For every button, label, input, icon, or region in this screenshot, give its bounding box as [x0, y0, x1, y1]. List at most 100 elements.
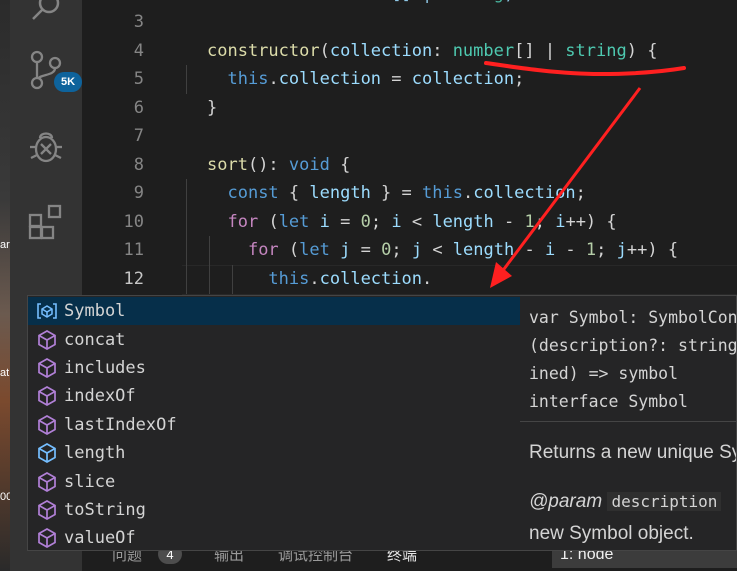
suggestion-item[interactable]: toString	[28, 496, 520, 524]
desktop-text-fragment: at	[0, 367, 10, 379]
code-token: collection	[473, 183, 576, 203]
code-token: this	[227, 69, 269, 89]
suggestion-label: includes	[64, 357, 146, 378]
code-token: length	[309, 183, 371, 203]
suggest-details: var Symbol: SymbolConstructor (descripti…	[520, 295, 737, 551]
method-icon	[36, 385, 58, 407]
code-token: let	[278, 212, 310, 232]
suggestion-label: indexOf	[64, 386, 136, 407]
code-token: ;	[514, 69, 525, 89]
code-token: for	[247, 240, 279, 260]
details-signature: ined) => symbol	[529, 364, 679, 383]
code-token: i	[319, 212, 330, 232]
code-token: i	[555, 212, 566, 232]
suggestion-label: valueOf	[64, 528, 136, 549]
desktop-background-strip: ar at 00	[0, 0, 10, 571]
code-token: ) {	[626, 41, 658, 61]
line-number-active: 12	[123, 269, 144, 289]
code-token: 0	[360, 212, 371, 232]
code-token: constructor	[207, 41, 320, 61]
code-token: ;	[575, 183, 586, 203]
line-number: 3	[133, 12, 144, 32]
desktop-text-fragment: ar	[0, 239, 10, 251]
code-line: }	[207, 94, 217, 123]
indent-guide	[186, 179, 187, 294]
code-token: (	[258, 212, 279, 232]
line-number: 4	[133, 41, 144, 61]
search-icon[interactable]	[10, 0, 82, 40]
suggestion-item[interactable]: concat	[28, 325, 520, 353]
details-param-tail: new Symbol object.	[529, 523, 694, 544]
code-token: collection	[329, 41, 433, 61]
code-token: {	[329, 155, 351, 175]
suggest-widget: Symbol concat includes indexOf lastIndexOf le…	[27, 295, 521, 551]
code-token: i	[391, 212, 402, 232]
line-number: 11	[123, 240, 144, 260]
code-line: this.collection.	[207, 265, 432, 294]
code-token: -	[555, 240, 586, 260]
line-number: 5	[133, 69, 144, 89]
suggestion-label: concat	[64, 329, 126, 350]
details-signature: interface Symbol	[529, 392, 688, 411]
code-token: ++) {	[626, 240, 679, 260]
code-token: i	[544, 240, 556, 260]
code-token: const	[227, 183, 279, 203]
code-token: let	[299, 240, 330, 260]
suggestion-label: length	[64, 443, 126, 464]
suggestion-item[interactable]: length	[28, 439, 520, 467]
code-token: j	[340, 240, 351, 260]
param-name: description	[607, 492, 722, 511]
code-token: =	[381, 69, 412, 89]
suggestion-item[interactable]: indexOf	[28, 382, 520, 410]
code-token: ++) {	[565, 212, 617, 232]
code-token: =	[329, 212, 361, 232]
method-icon	[36, 414, 58, 436]
line-number: 9	[133, 183, 144, 203]
suggestion-label: slice	[64, 471, 116, 492]
code-token: j	[616, 240, 627, 260]
code-token: length	[452, 240, 515, 260]
suggestion-item[interactable]: lastIndexOf	[28, 411, 520, 439]
code-token: collection	[278, 69, 382, 89]
code-token: collection	[411, 69, 515, 89]
code-line: for (let j = 0; j < length - i - 1; j++)…	[207, 236, 678, 265]
code-token: 1	[524, 212, 535, 232]
code-line: this.collection = collection;	[207, 65, 524, 94]
code-token: {	[278, 183, 310, 203]
method-icon	[36, 329, 58, 351]
code-line: for (let i = 0; i < length - 1; i++) {	[207, 208, 617, 237]
suggestion-item[interactable]: valueOf	[28, 524, 520, 550]
details-param: @param description	[529, 491, 722, 513]
code-token: -	[514, 240, 545, 260]
indent-guide	[186, 65, 187, 94]
suggestion-item[interactable]: includes	[28, 354, 520, 382]
extensions-icon[interactable]	[10, 190, 82, 254]
code-token: string	[565, 41, 627, 61]
line-number: 6	[133, 98, 144, 118]
code-token: this	[268, 269, 310, 289]
source-control-icon[interactable]	[10, 38, 82, 102]
code-token: length	[432, 212, 494, 232]
code-token: (	[278, 240, 300, 260]
debug-icon[interactable]	[10, 114, 82, 178]
line-number: 10	[123, 212, 144, 232]
code-token: (	[319, 41, 330, 61]
code-token: ;	[596, 240, 617, 260]
code-line: sort(): void {	[207, 151, 350, 180]
code-token: ():	[247, 155, 289, 175]
line-number: 7	[133, 126, 144, 146]
method-icon	[36, 499, 58, 521]
details-signature: (description?: string | number | undef	[529, 336, 737, 355]
code-token: .	[462, 183, 474, 203]
suggestion-label: toString	[64, 499, 146, 520]
suggestion-item[interactable]: Symbol	[28, 297, 520, 326]
suggestion-label: Symbol	[64, 301, 126, 322]
code-token: number	[452, 41, 515, 61]
desktop-text-fragment: 00	[0, 491, 10, 503]
suggestion-item[interactable]: slice	[28, 467, 520, 495]
